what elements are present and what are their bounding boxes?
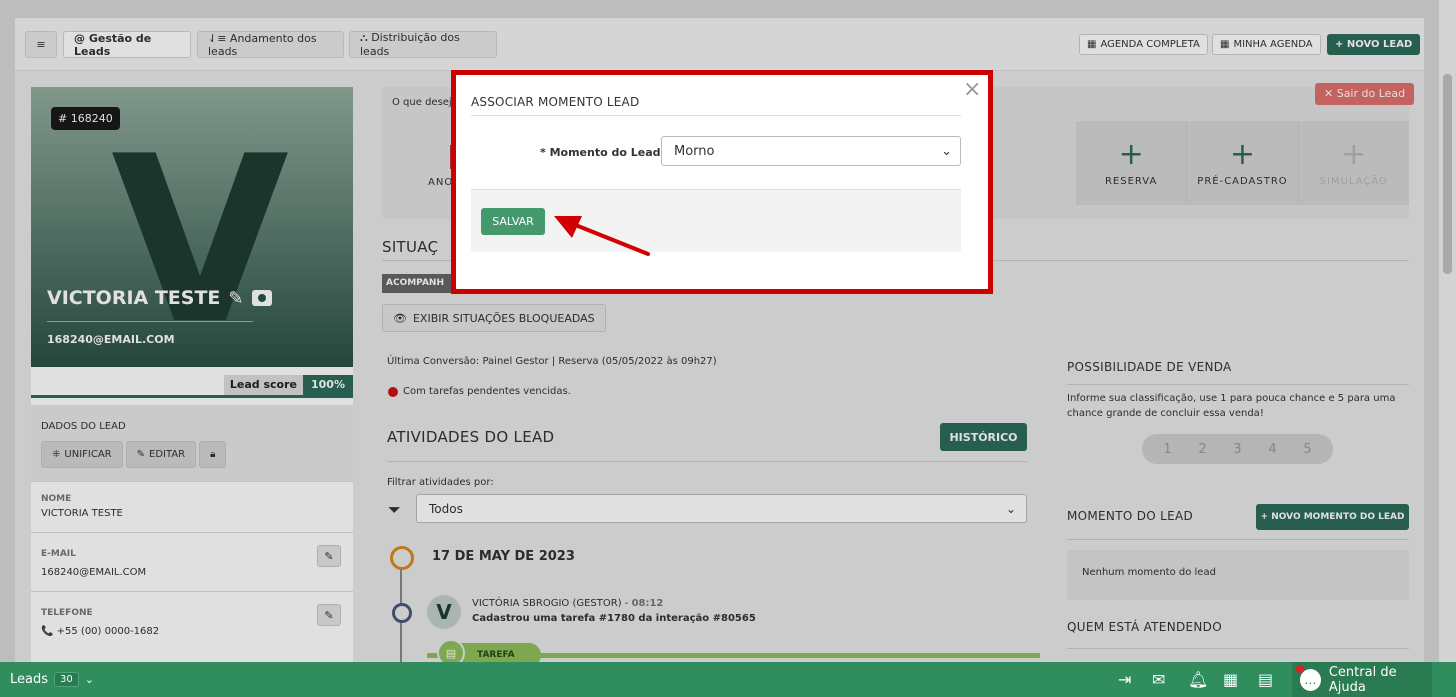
- salvar-button[interactable]: SALVAR: [481, 208, 545, 235]
- calendar-icon[interactable]: ▦: [1223, 670, 1238, 689]
- leads-selector[interactable]: Leads 30 ⌄: [10, 672, 94, 687]
- notification-dot: [1296, 664, 1304, 673]
- momento-select[interactable]: Morno ⌄: [661, 136, 961, 166]
- lead-alert-icon[interactable]: ✉: [1152, 670, 1165, 689]
- modal-title: ASSOCIAR MOMENTO LEAD: [471, 95, 640, 109]
- chat-help-icon: …: [1296, 664, 1321, 691]
- divider: [471, 115, 961, 116]
- close-icon[interactable]: ×: [963, 79, 981, 101]
- leads-count: 30: [54, 672, 79, 687]
- chevron-down-icon: ⌄: [941, 143, 952, 159]
- calculator-icon[interactable]: ▤: [1258, 670, 1273, 689]
- associar-momento-modal: ASSOCIAR MOMENTO LEAD × * Momento do Lea…: [451, 70, 993, 294]
- central-de-ajuda-button[interactable]: … Central de Ajuda: [1292, 662, 1432, 697]
- bell-icon[interactable]: 🔔︎: [1188, 670, 1208, 689]
- bottom-bar: Leads 30 ⌄ ⇥ ✉ 🔔︎ ▦ ▤ … Central de Ajuda: [0, 662, 1456, 697]
- login-icon[interactable]: ⇥: [1118, 670, 1131, 689]
- modal-footer: SALVAR: [471, 189, 961, 252]
- momento-label: * Momento do Lead: [540, 146, 661, 159]
- red-arrow-annotation: [554, 216, 650, 256]
- chevron-down-icon: ⌄: [84, 673, 94, 686]
